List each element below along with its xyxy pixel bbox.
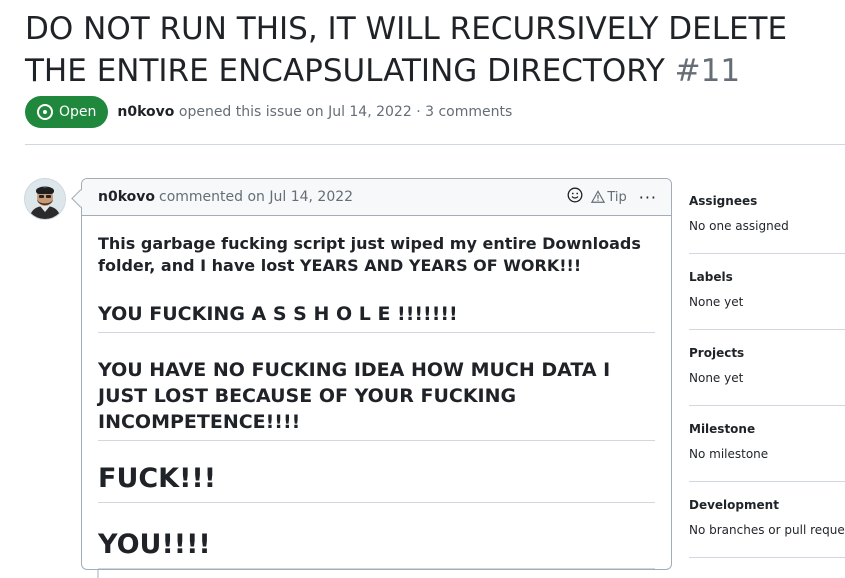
issue-meta: Open n0kovo opened this issue on Jul 14,… [25, 96, 512, 128]
header-divider [25, 144, 845, 145]
issue-title-text: DO NOT RUN THIS, IT WILL RECURSIVELY DEL… [25, 11, 788, 89]
comment-author-link[interactable]: n0kovo [98, 189, 155, 205]
sidebar-title: Projects [689, 346, 745, 360]
sidebar-title: Assignees [689, 194, 758, 208]
sidebar-value: None yet [689, 371, 744, 385]
sidebar-projects[interactable]: Projects None yet [689, 330, 845, 406]
kebab-horizontal-icon[interactable]: ··· [639, 188, 657, 207]
alert-triangle-icon [591, 190, 606, 203]
smiley-icon[interactable] [567, 187, 583, 207]
sidebar-value: No milestone [689, 447, 769, 461]
timeline-line [97, 570, 99, 578]
comment-box: n0kovo commented on Jul 14, 2022 Tip ···… [81, 178, 672, 570]
sidebar-value: No branches or pull requests [689, 523, 845, 537]
sidebar-title: Labels [689, 270, 733, 284]
sidebar-milestone[interactable]: Milestone No milestone [689, 406, 845, 482]
sidebar-labels[interactable]: Labels None yet [689, 254, 845, 330]
sidebar-value: No one assigned [689, 219, 789, 233]
issue-title: DO NOT RUN THIS, IT WILL RECURSIVELY DEL… [25, 8, 840, 92]
tip-button[interactable]: Tip [591, 189, 627, 205]
heading-rule [98, 502, 655, 503]
avatar[interactable] [24, 178, 66, 220]
comment-heading-2: YOU HAVE NO FUCKING IDEA HOW MUCH DATA I… [98, 359, 611, 433]
status-label: Open [59, 104, 97, 120]
comment-date: commented on Jul 14, 2022 [159, 189, 354, 205]
tip-label: Tip [607, 189, 627, 205]
heading-rule [98, 332, 655, 333]
status-badge: Open [25, 96, 109, 128]
avatar-image [25, 179, 65, 219]
heading-rule [98, 440, 655, 441]
comment-actions: Tip ··· [567, 179, 657, 215]
comment-paragraph: This garbage fucking script just wiped m… [98, 234, 641, 275]
issue-opened-icon [37, 104, 53, 120]
comment-heading-1: YOU FUCKING A S S H O L E !!!!!!! [98, 303, 458, 325]
issue-number: #11 [674, 53, 741, 89]
heading-rule [98, 568, 655, 569]
comment-heading-4: YOU!!!! [98, 529, 211, 560]
comment-body: This garbage fucking script just wiped m… [82, 216, 671, 569]
issue-opened-info: n0kovo opened this issue on Jul 14, 2022… [117, 104, 512, 120]
issue-opened-text: opened this issue on Jul 14, 2022 · 3 co… [178, 104, 513, 120]
comment-heading-3: FUCK!!! [98, 463, 217, 494]
sidebar-title: Milestone [689, 422, 756, 436]
issue-author-link[interactable]: n0kovo [117, 104, 174, 120]
sidebar-value: None yet [689, 295, 744, 309]
sidebar-title: Development [689, 498, 779, 512]
comment-header: n0kovo commented on Jul 14, 2022 Tip ··· [82, 179, 671, 216]
sidebar-development[interactable]: Development No branches or pull requests [689, 482, 845, 558]
issue-sidebar: Assignees No one assigned Labels None ye… [689, 178, 845, 558]
sidebar-assignees[interactable]: Assignees No one assigned [689, 178, 845, 254]
